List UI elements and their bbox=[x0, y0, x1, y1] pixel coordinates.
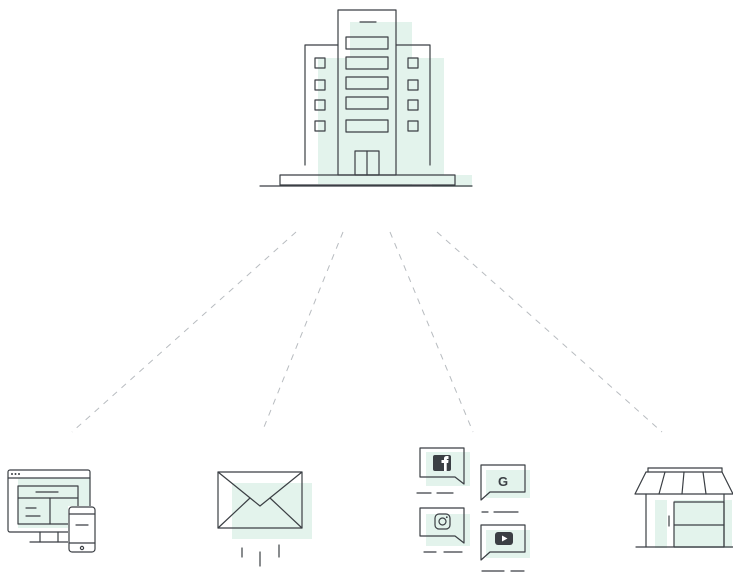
connector-email bbox=[261, 231, 344, 433]
channel-diagram: G bbox=[7, 9, 733, 572]
connector-store bbox=[436, 231, 663, 433]
responsive-web-devices-icon bbox=[7, 469, 96, 553]
google-icon: G bbox=[480, 464, 530, 513]
facebook-icon bbox=[416, 447, 470, 494]
social-media-channels-icon: G bbox=[416, 447, 530, 572]
connector-lines bbox=[71, 231, 663, 433]
retail-storefront-icon bbox=[634, 467, 733, 548]
connector-social bbox=[389, 231, 474, 433]
instagram-icon bbox=[419, 507, 470, 553]
connector-web bbox=[71, 231, 297, 433]
youtube-icon bbox=[480, 524, 530, 572]
email-envelope-icon bbox=[217, 471, 312, 567]
office-building-icon bbox=[259, 9, 473, 187]
svg-text:G: G bbox=[498, 474, 508, 489]
